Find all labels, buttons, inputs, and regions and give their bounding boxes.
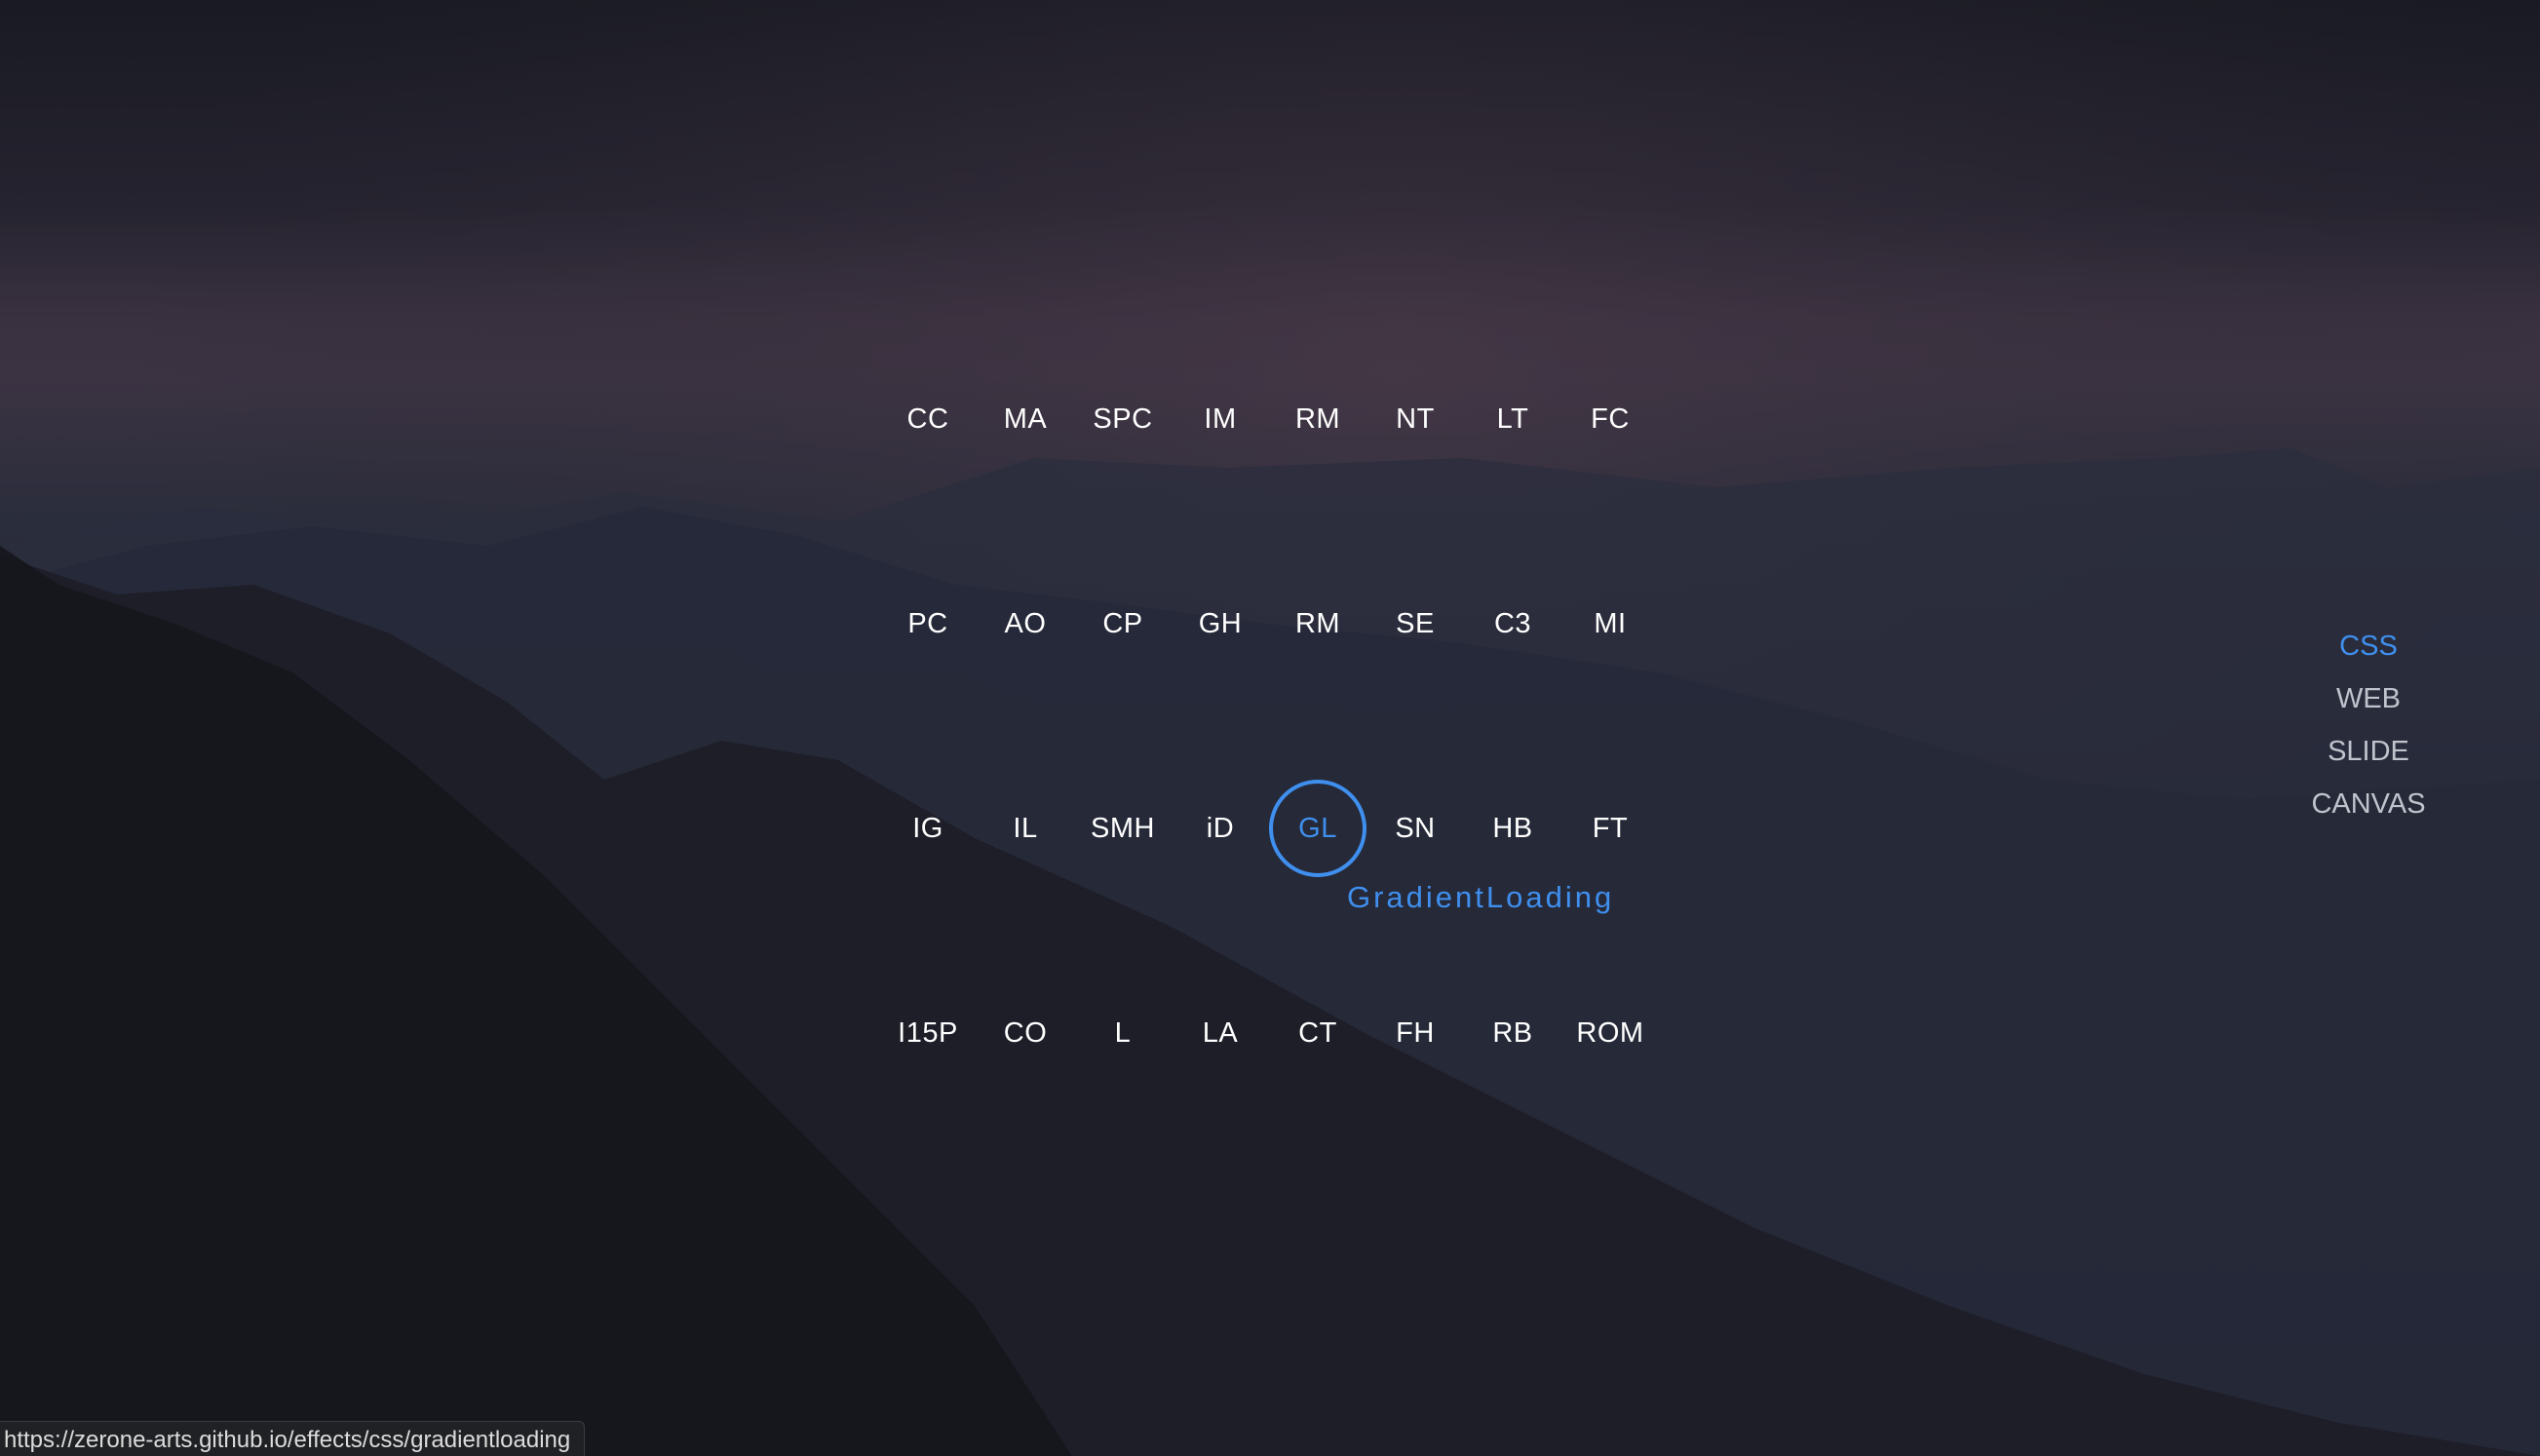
effect-link-rb[interactable]: RB: [1464, 984, 1561, 1082]
effect-link-ao[interactable]: AO: [977, 575, 1074, 672]
effect-link-hb[interactable]: HB: [1464, 780, 1561, 877]
effect-link-co[interactable]: CO: [977, 984, 1074, 1082]
menu-item-css[interactable]: CSS: [2271, 620, 2466, 672]
effect-link-gl[interactable]: GL: [1269, 780, 1366, 877]
effect-link-ma[interactable]: MA: [977, 370, 1074, 468]
menu-item-web[interactable]: WEB: [2271, 672, 2466, 725]
effect-link-spc[interactable]: SPC: [1074, 370, 1172, 468]
effect-link-nt[interactable]: NT: [1366, 370, 1464, 468]
effect-link-se[interactable]: SE: [1366, 575, 1464, 672]
active-effect-caption: GradientLoading: [1347, 880, 1615, 914]
effect-link-la[interactable]: LA: [1172, 984, 1269, 1082]
effect-link-rm[interactable]: RM: [1269, 370, 1366, 468]
effect-link-fh[interactable]: FH: [1366, 984, 1464, 1082]
effect-link-im[interactable]: IM: [1172, 370, 1269, 468]
effect-link-l[interactable]: L: [1074, 984, 1172, 1082]
effect-link-ig[interactable]: IG: [879, 780, 977, 877]
effect-link-sn[interactable]: SN: [1366, 780, 1464, 877]
effect-link-smh[interactable]: SMH: [1074, 780, 1172, 877]
effect-link-c3[interactable]: C3: [1464, 575, 1561, 672]
effect-link-i15p[interactable]: I15P: [879, 984, 977, 1082]
status-bar-url: https://zerone-arts.github.io/effects/cs…: [0, 1421, 586, 1456]
effect-link-il[interactable]: IL: [977, 780, 1074, 877]
page-background: CC MA SPC IM RM NT LT FC PC AO CP GH RM SE C3 MI IG IL SMH…: [0, 0, 2540, 1456]
effect-link-pc[interactable]: PC: [879, 575, 977, 672]
effect-link-ft[interactable]: FT: [1561, 780, 1659, 877]
menu-item-slide[interactable]: SLIDE: [2271, 725, 2466, 778]
effect-link-rm[interactable]: RM: [1269, 575, 1366, 672]
effect-link-rom[interactable]: ROM: [1561, 984, 1659, 1082]
effects-grid: CC MA SPC IM RM NT LT FC PC AO CP GH RM SE C3 MI IG IL SMH…: [879, 370, 1854, 1072]
effect-link-id[interactable]: iD: [1172, 780, 1269, 877]
effect-link-cc[interactable]: CC: [879, 370, 977, 468]
category-menu: CSS WEB SLIDE CANVAS: [2271, 620, 2466, 830]
effect-link-mi[interactable]: MI: [1561, 575, 1659, 672]
effect-link-fc[interactable]: FC: [1561, 370, 1659, 468]
effect-link-lt[interactable]: LT: [1464, 370, 1561, 468]
menu-item-canvas[interactable]: CANVAS: [2271, 778, 2466, 830]
effect-link-gh[interactable]: GH: [1172, 575, 1269, 672]
effect-link-cp[interactable]: CP: [1074, 575, 1172, 672]
effect-link-ct[interactable]: CT: [1269, 984, 1366, 1082]
